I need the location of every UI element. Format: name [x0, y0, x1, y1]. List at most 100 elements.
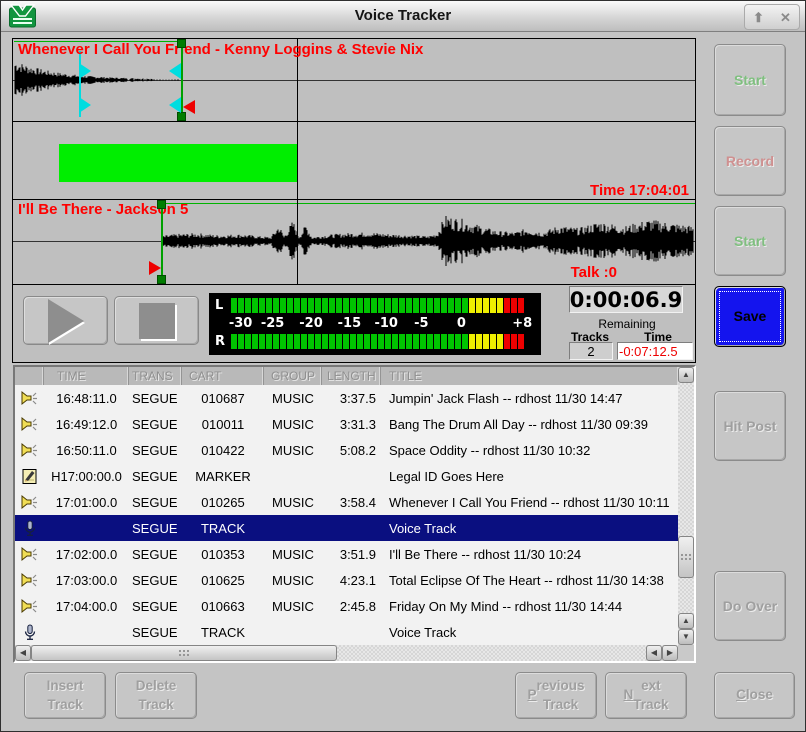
meter-segment — [490, 298, 496, 313]
column-header-time[interactable]: TIME — [44, 367, 129, 385]
cell-trans: SEGUE — [129, 599, 182, 614]
column-header-length[interactable]: LENGTH — [322, 367, 381, 385]
cell-cart: 010353 — [182, 547, 264, 562]
meter-segment — [287, 298, 293, 313]
log-row[interactable]: 16:50:11.0SEGUE010422MUSIC5:08.2Space Od… — [15, 437, 678, 463]
meter-segment — [441, 334, 447, 349]
column-header-cart[interactable]: CART — [182, 367, 264, 385]
talk-marker-left-icon[interactable] — [169, 63, 182, 79]
cell-trans: SEGUE — [129, 391, 182, 406]
log-row[interactable]: SEGUETRACKVoice Track — [15, 515, 678, 541]
log-row[interactable]: 17:04:00.0SEGUE010663MUSIC2:45.8Friday O… — [15, 593, 678, 619]
meter-segment — [245, 334, 251, 349]
scroll-left-button[interactable]: ◀ — [15, 645, 31, 661]
meter-segment — [448, 334, 454, 349]
cell-cart: 010011 — [182, 417, 264, 432]
column-header-trans[interactable]: TRANS — [129, 367, 182, 385]
vertical-scroll-thumb[interactable] — [678, 536, 694, 578]
track2-marker-handle-bottom[interactable] — [157, 275, 166, 284]
meter-segment — [504, 298, 510, 313]
meter-segment — [462, 334, 468, 349]
cell-group: MUSIC — [264, 547, 322, 562]
remaining-tracks-value: 2 — [569, 342, 613, 360]
start-track2-button[interactable]: Start — [714, 206, 786, 276]
meter-scale-label: -5 — [414, 316, 428, 331]
meter-segment — [280, 334, 286, 349]
scroll-up-button[interactable]: ▲ — [678, 367, 694, 383]
track2-marker-handle-top[interactable] — [157, 200, 166, 209]
cell-trans: SEGUE — [129, 547, 182, 562]
do-over-button[interactable]: Do Over — [714, 571, 786, 641]
column-header-title[interactable]: TITLE — [381, 367, 678, 385]
horizontal-scroll-thumb[interactable] — [31, 645, 337, 661]
microphone-icon — [15, 520, 44, 537]
start-marker-right-icon[interactable] — [149, 261, 162, 276]
save-button[interactable]: Save — [714, 286, 786, 347]
speaker-icon — [15, 390, 44, 407]
hit-post-button[interactable]: Hit Post — [714, 391, 786, 461]
insert-track-button[interactable]: Insert Track — [24, 672, 106, 719]
next-track-button[interactable]: NextTrack — [605, 672, 687, 719]
log-row[interactable]: 17:01:00.0SEGUE010265MUSIC3:58.4Whenever… — [15, 489, 678, 515]
track1-marker-handle-top[interactable] — [177, 39, 186, 48]
meter-segment — [469, 334, 475, 349]
close-button[interactable]: Close — [714, 672, 795, 719]
microphone-icon — [15, 624, 44, 641]
meter-segment — [511, 334, 517, 349]
cell-title: Legal ID Goes Here — [381, 469, 678, 484]
meter-segment — [308, 334, 314, 349]
cell-time: 16:49:12.0 — [44, 417, 129, 432]
scroll-down-button[interactable]: ▼ — [678, 629, 694, 645]
stop-icon — [139, 303, 175, 339]
meter-segment — [399, 298, 405, 313]
stop-button[interactable] — [114, 296, 199, 345]
delete-track-button[interactable]: Delete Track — [115, 672, 197, 719]
log-row[interactable]: 17:02:00.0SEGUE010353MUSIC3:51.9I'll Be … — [15, 541, 678, 567]
segue-overlap-block[interactable] — [59, 144, 297, 182]
previous-track-button[interactable]: PreviousTrack — [515, 672, 597, 719]
meter-scale-label: -25 — [261, 316, 285, 331]
cell-title: Whenever I Call You Friend -- rdhost 11/… — [381, 495, 678, 510]
meter-segment — [511, 298, 517, 313]
cell-time: 17:02:00.0 — [44, 547, 129, 562]
meter-segment — [371, 334, 377, 349]
titlebar[interactable]: Voice Tracker ⬆ ✕ — [1, 1, 805, 32]
meter-scale-label: -10 — [374, 316, 398, 331]
meter-segment — [336, 298, 342, 313]
cell-trans: SEGUE — [129, 495, 182, 510]
horizontal-scrollbar[interactable]: ◀ ◀ ▶ — [15, 645, 678, 661]
voice-tracker-window: Voice Tracker ⬆ ✕ — [0, 0, 806, 732]
cell-trans: SEGUE — [129, 521, 182, 536]
play-button[interactable] — [23, 296, 108, 345]
fade-marker-left-icon[interactable] — [183, 100, 196, 115]
cell-title: Space Oddity -- rdhost 11/30 10:32 — [381, 443, 678, 458]
cell-group: MUSIC — [264, 443, 322, 458]
talk-marker-left-icon[interactable] — [169, 97, 182, 113]
scroll-right-button[interactable]: ▶ — [662, 645, 678, 661]
meter-scale-label: -30 — [229, 316, 253, 331]
scroll-left-button2[interactable]: ◀ — [646, 645, 662, 661]
close-window-icon[interactable]: ✕ — [780, 11, 791, 24]
scroll-up-button2[interactable]: ▲ — [678, 613, 694, 629]
log-row[interactable]: 17:03:00.0SEGUE010625MUSIC4:23.1Total Ec… — [15, 567, 678, 593]
log-row[interactable]: SEGUETRACKVoice Track — [15, 619, 678, 645]
talk-marker-right-icon[interactable] — [79, 63, 92, 79]
meter-segment — [238, 334, 244, 349]
vertical-scrollbar[interactable]: ▲ ▲ ▼ — [678, 367, 694, 645]
cell-trans: SEGUE — [129, 417, 182, 432]
meter-segment — [434, 298, 440, 313]
meter-segment — [462, 298, 468, 313]
log-row[interactable]: 16:48:11.0SEGUE010687MUSIC3:37.5Jumpin' … — [15, 385, 678, 411]
column-header-group[interactable]: GROUP — [264, 367, 322, 385]
log-row[interactable]: H17:00:00.0SEGUEMARKERLegal ID Goes Here — [15, 463, 678, 489]
record-button[interactable]: Record — [714, 126, 786, 196]
talk-marker-right-icon[interactable] — [79, 97, 92, 113]
meter-segment — [364, 334, 370, 349]
column-header-icon[interactable] — [15, 367, 44, 385]
window-title: Voice Tracker — [1, 7, 805, 24]
log-row[interactable]: 16:49:12.0SEGUE010011MUSIC3:31.3Bang The… — [15, 411, 678, 437]
shade-window-icon[interactable]: ⬆ — [753, 11, 764, 24]
meter-segment — [273, 334, 279, 349]
start-track1-button[interactable]: Start — [714, 44, 786, 116]
playback-cursor — [297, 39, 298, 284]
